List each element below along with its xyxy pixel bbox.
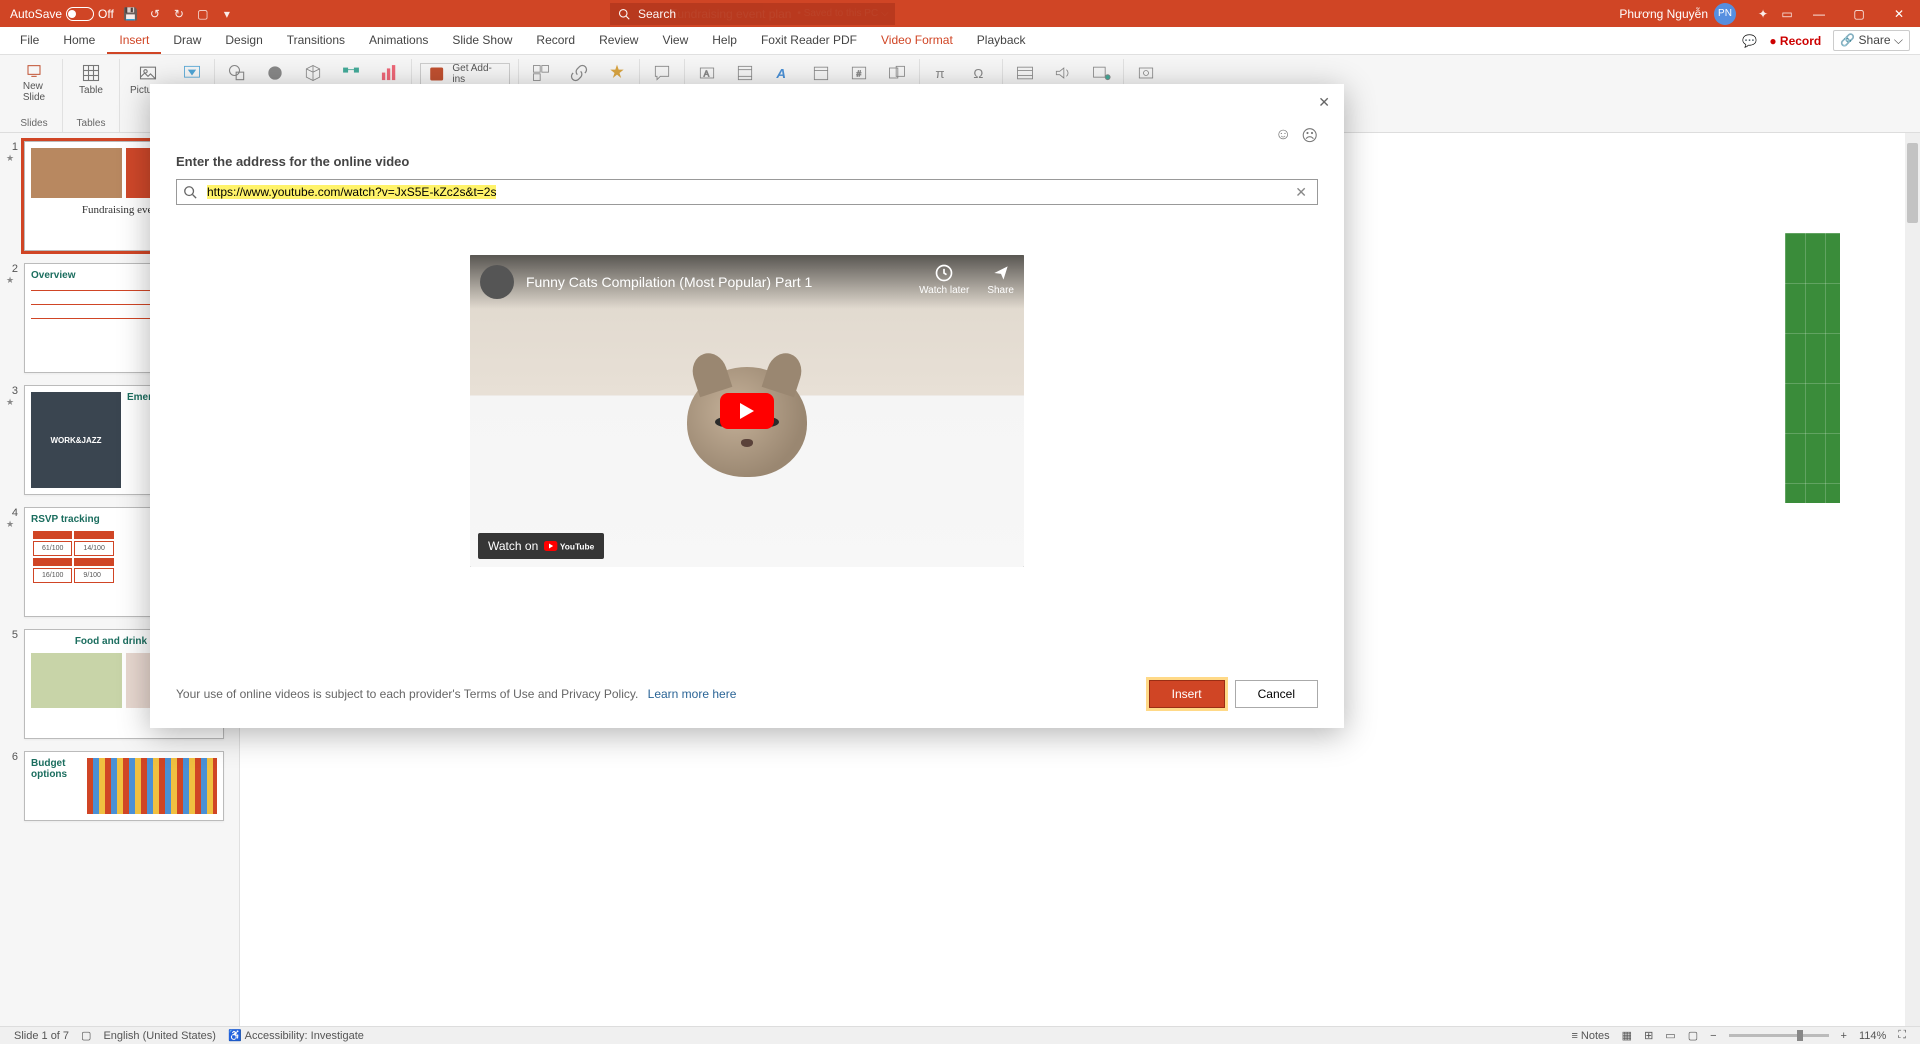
accessibility-indicator[interactable]: ♿ Accessibility: Investigate xyxy=(222,1029,370,1042)
video-title: Funny Cats Compilation (Most Popular) Pa… xyxy=(526,274,812,290)
svg-text:Ω: Ω xyxy=(973,66,983,81)
cancel-button[interactable]: Cancel xyxy=(1235,680,1318,708)
new-slide-button[interactable]: New Slide xyxy=(14,63,54,103)
slide-content-fragment xyxy=(1785,233,1840,503)
channel-avatar xyxy=(480,265,514,299)
normal-view-icon[interactable]: ▦ xyxy=(1616,1029,1638,1042)
save-icon[interactable]: 💾 xyxy=(124,7,138,21)
tab-foxit[interactable]: Foxit Reader PDF xyxy=(749,26,869,54)
tab-transitions[interactable]: Transitions xyxy=(275,26,357,54)
minimize-button[interactable]: — xyxy=(1804,0,1834,27)
svg-text:π: π xyxy=(935,66,944,81)
customize-qat-icon[interactable]: ▾ xyxy=(220,7,234,21)
ribbon-options-icon[interactable]: ▭ xyxy=(1780,7,1794,21)
reading-view-icon[interactable]: ▭ xyxy=(1659,1029,1681,1042)
maximize-button[interactable]: ▢ xyxy=(1844,0,1874,27)
autosave-state: Off xyxy=(98,7,114,21)
zoom-in-icon[interactable]: + xyxy=(1835,1030,1853,1042)
slideshow-view-icon[interactable]: ▢ xyxy=(1682,1029,1704,1042)
video-preview[interactable]: Funny Cats Compilation (Most Popular) Pa… xyxy=(470,255,1024,567)
zoom-out-icon[interactable]: − xyxy=(1704,1030,1722,1042)
sorter-view-icon[interactable]: ⊞ xyxy=(1638,1029,1659,1042)
coming-soon-icon[interactable]: ✦ xyxy=(1756,7,1770,21)
search-icon xyxy=(183,185,197,199)
fit-to-window-icon[interactable]: ⛶ xyxy=(1892,1029,1912,1042)
title-bar: AutoSave Off 💾 ↺ ↻ ▢ ▾ Fundraising event… xyxy=(0,0,1920,27)
tab-slideshow[interactable]: Slide Show xyxy=(440,26,524,54)
tab-video-format[interactable]: Video Format xyxy=(869,26,965,54)
slide-indicator[interactable]: Slide 1 of 7 xyxy=(8,1030,75,1042)
record-button[interactable]: ● Record xyxy=(1769,34,1821,48)
spellcheck-icon[interactable]: ▢ xyxy=(75,1029,97,1042)
tab-animations[interactable]: Animations xyxy=(357,26,440,54)
ribbon-tabs: File Home Insert Draw Design Transitions… xyxy=(0,27,1920,55)
url-input[interactable]: https://www.youtube.com/watch?v=JxS5E-kZ… xyxy=(203,183,1291,201)
search-placeholder: Search xyxy=(638,7,676,21)
terms-note: Your use of online videos is subject to … xyxy=(176,687,736,701)
undo-icon[interactable]: ↺ xyxy=(148,7,162,21)
tab-insert[interactable]: Insert xyxy=(107,26,161,54)
clear-url-button[interactable]: ✕ xyxy=(1291,184,1311,201)
tab-review[interactable]: Review xyxy=(587,26,650,54)
url-field-wrapper: https://www.youtube.com/watch?v=JxS5E-kZ… xyxy=(176,179,1318,205)
tab-file[interactable]: File xyxy=(8,26,51,54)
comments-icon[interactable]: 💬 xyxy=(1742,34,1757,48)
search-box[interactable]: Search xyxy=(610,3,895,25)
close-window-button[interactable]: ✕ xyxy=(1884,0,1914,27)
language-indicator[interactable]: English (United States) xyxy=(97,1030,222,1042)
insert-button[interactable]: Insert xyxy=(1149,680,1225,708)
autosave-toggle[interactable]: AutoSave Off xyxy=(10,7,114,21)
slide-thumb-6[interactable]: Budget options xyxy=(24,751,224,821)
tab-design[interactable]: Design xyxy=(213,26,274,54)
redo-icon[interactable]: ↻ xyxy=(172,7,186,21)
share-button[interactable]: 🔗 Share ⌵ xyxy=(1833,30,1910,51)
svg-text:A: A xyxy=(704,68,710,78)
vertical-scrollbar[interactable] xyxy=(1905,133,1920,1026)
tab-view[interactable]: View xyxy=(650,26,700,54)
autosave-label: AutoSave xyxy=(10,7,62,21)
account-button[interactable]: Phương Nguyễn PN xyxy=(1619,3,1736,25)
svg-text:#: # xyxy=(857,68,862,78)
svg-text:YouTube: YouTube xyxy=(560,541,594,551)
online-video-dialog: ✕ ☺ ☹ Enter the address for the online v… xyxy=(150,84,1344,728)
present-icon[interactable]: ▢ xyxy=(196,7,210,21)
dialog-heading: Enter the address for the online video xyxy=(176,154,1318,169)
tab-draw[interactable]: Draw xyxy=(161,26,213,54)
tab-home[interactable]: Home xyxy=(51,26,107,54)
play-button[interactable] xyxy=(720,393,774,429)
feedback-smile-icon[interactable]: ☺ xyxy=(1275,126,1291,146)
zoom-slider[interactable] xyxy=(1729,1034,1829,1037)
notes-button[interactable]: ≡ Notes xyxy=(1565,1030,1615,1042)
tab-playback[interactable]: Playback xyxy=(965,26,1038,54)
table-button[interactable]: Table xyxy=(71,63,111,103)
get-addins-button[interactable]: Get Add-ins xyxy=(420,63,510,85)
watch-on-youtube[interactable]: Watch on YouTube xyxy=(478,533,604,559)
share-video-button[interactable]: Share xyxy=(987,263,1014,296)
tab-help[interactable]: Help xyxy=(700,26,749,54)
tab-record[interactable]: Record xyxy=(524,26,587,54)
learn-more-link[interactable]: Learn more here xyxy=(648,687,737,701)
account-avatar: PN xyxy=(1714,3,1736,25)
feedback-frown-icon[interactable]: ☹ xyxy=(1301,126,1318,146)
svg-text:A: A xyxy=(775,66,786,81)
zoom-level[interactable]: 114% xyxy=(1853,1030,1892,1042)
status-bar: Slide 1 of 7 ▢ English (United States) ♿… xyxy=(0,1026,1920,1044)
dialog-close-button[interactable]: ✕ xyxy=(1318,94,1330,111)
watch-later-button[interactable]: Watch later xyxy=(919,263,969,296)
